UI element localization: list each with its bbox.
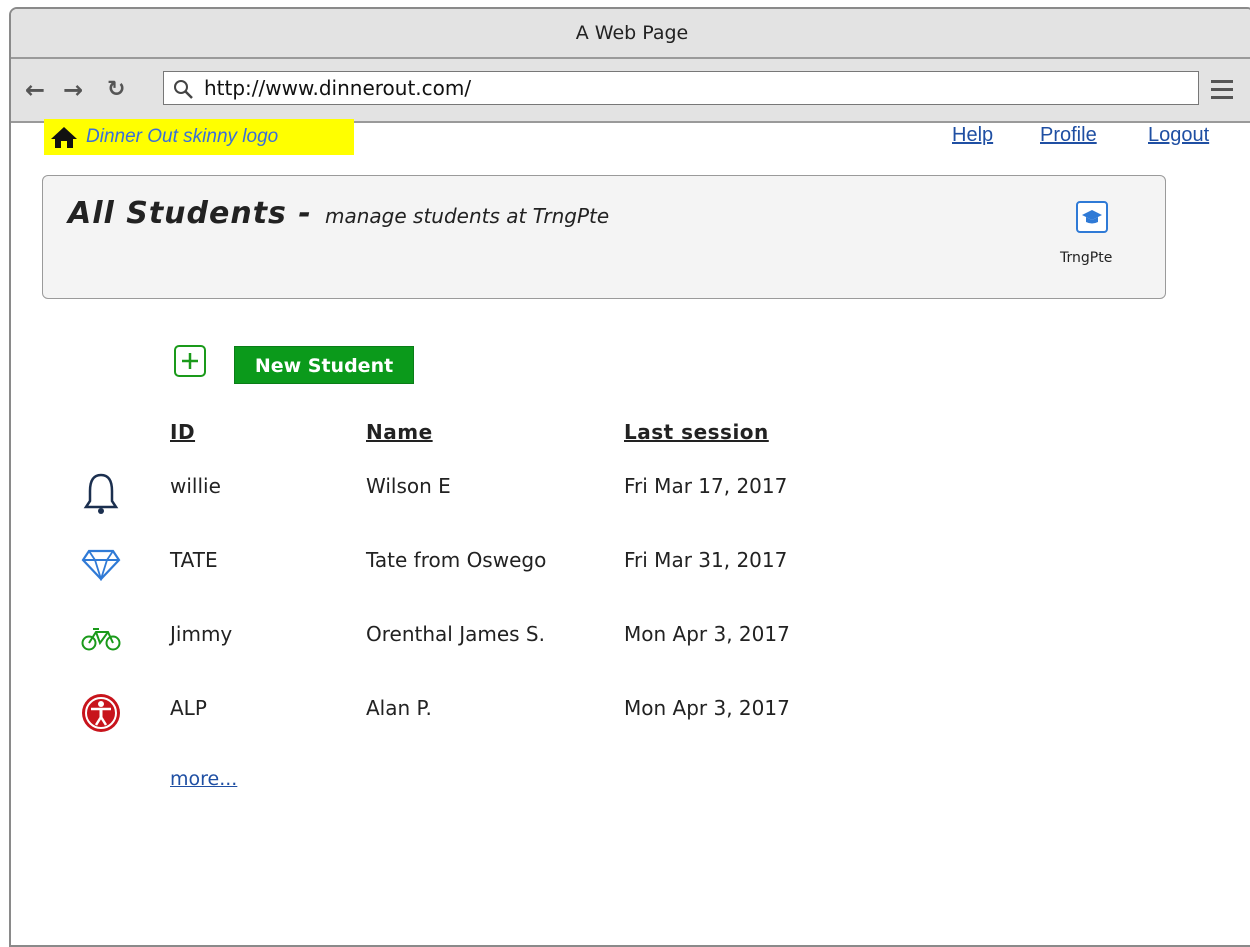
browser-toolbar: ← → ↻ http://www.dinnerout.com/ [11, 59, 1250, 123]
column-header-id[interactable]: ID [170, 420, 195, 444]
help-link[interactable]: Help [952, 124, 993, 147]
student-id[interactable]: Jimmy [170, 622, 232, 646]
student-id[interactable]: ALP [170, 696, 207, 720]
universal-access-icon [78, 690, 124, 736]
search-icon [174, 80, 193, 99]
new-student-button[interactable]: New Student [234, 346, 414, 384]
url-bar[interactable]: http://www.dinnerout.com/ [163, 71, 1199, 105]
reload-icon[interactable]: ↻ [107, 76, 125, 104]
student-name: Orenthal James S. [366, 622, 545, 646]
graduation-cap-icon[interactable] [1076, 201, 1108, 233]
student-name: Wilson E [366, 474, 451, 498]
hamburger-menu-icon[interactable] [1211, 80, 1233, 104]
student-id[interactable]: willie [170, 474, 221, 498]
home-icon [51, 127, 77, 148]
bicycle-icon [78, 616, 124, 662]
student-last-session: Fri Mar 17, 2017 [624, 474, 788, 498]
student-id[interactable]: TATE [170, 548, 218, 572]
student-last-session: Fri Mar 31, 2017 [624, 548, 788, 572]
more-link[interactable]: more... [170, 768, 237, 790]
student-last-session: Mon Apr 3, 2017 [624, 696, 790, 720]
app-logo[interactable]: Dinner Out skinny logo [44, 119, 354, 155]
window-title: A Web Page [11, 9, 1250, 59]
back-arrow-icon[interactable]: ← [25, 76, 45, 104]
forward-arrow-icon[interactable]: → [63, 76, 83, 104]
student-name: Alan P. [366, 696, 432, 720]
page-subtitle: manage students at TrngPte [325, 204, 610, 228]
student-name: Tate from Oswego [366, 548, 547, 572]
student-last-session: Mon Apr 3, 2017 [624, 622, 790, 646]
logo-text: Dinner Out skinny logo [86, 126, 279, 147]
logout-link[interactable]: Logout [1148, 124, 1209, 147]
url-text: http://www.dinnerout.com/ [204, 76, 472, 100]
column-header-name[interactable]: Name [366, 420, 433, 444]
page-header: All Students - manage students at TrngPt… [42, 175, 1166, 299]
org-label: TrngPte [1060, 250, 1113, 266]
bell-icon [78, 470, 124, 516]
profile-link[interactable]: Profile [1040, 124, 1097, 147]
column-header-last-session[interactable]: Last session [624, 420, 769, 444]
add-icon[interactable] [174, 345, 206, 377]
diamond-icon [78, 542, 124, 588]
page-title: All Students - [68, 196, 312, 231]
